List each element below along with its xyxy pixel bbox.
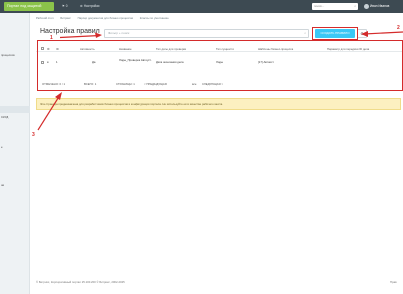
sidebar-item-label: ов bbox=[1, 183, 5, 187]
breadcrumb-item[interactable]: Парсер документов для бизнес-процессов bbox=[78, 16, 133, 20]
sidebar-item-e[interactable]: е bbox=[1, 145, 3, 149]
sidebar-item-ov[interactable]: ов bbox=[1, 183, 4, 187]
sidebar-active-highlight bbox=[0, 106, 30, 113]
sidebar-item-skud[interactable]: СКУД bbox=[1, 115, 8, 119]
sidebar-item-label: СКУД bbox=[1, 115, 9, 119]
breadcrumb-item[interactable]: Классы по умолчанию bbox=[140, 16, 169, 20]
left-sidebar: процессов СКУД е ов bbox=[0, 13, 30, 294]
search-icon[interactable]: ⌕ bbox=[354, 3, 356, 10]
top-search-input[interactable]: поиск... ⌕ bbox=[312, 3, 358, 10]
annotation-label-2: 2 bbox=[397, 25, 400, 31]
annotation-create-box bbox=[312, 27, 358, 40]
breadcrumb-item[interactable]: Битрикс bbox=[60, 16, 70, 20]
top-bar: Портал под защитой ⚑ 0 ⚙ Настройки поиск… bbox=[0, 0, 403, 13]
search-icon[interactable]: ⌕ bbox=[304, 30, 306, 37]
annotation-label-1: 1 bbox=[50, 35, 53, 41]
annotation-arrow-1 bbox=[59, 34, 101, 39]
page-title: Настройка правил bbox=[40, 28, 100, 35]
settings-label: Настройки bbox=[83, 4, 100, 8]
portal-mode-label: Портал под защитой bbox=[7, 4, 42, 8]
notifications-indicator[interactable]: ⚑ 0 bbox=[62, 0, 68, 13]
gear-icon: ⚙ bbox=[80, 4, 83, 8]
page-footer: © Битрикс, Корпоративный портал 25.100.2… bbox=[36, 280, 125, 284]
portal-mode-button[interactable]: Портал под защитой bbox=[4, 2, 54, 11]
gear-icon: ⚙ bbox=[360, 31, 364, 36]
footer-right-link[interactable]: Прав bbox=[390, 280, 397, 284]
breadcrumb: Рабочий стол Битрикс Парсер документов д… bbox=[36, 16, 175, 20]
user-menu[interactable]: Иван Иванов bbox=[370, 0, 389, 13]
sidebar-item-processes[interactable]: процессов bbox=[1, 53, 15, 57]
developer-warning: Эта страница предназначена для разработч… bbox=[36, 98, 401, 110]
notifications-count: 0 bbox=[65, 4, 68, 8]
list-settings-button[interactable]: ⚙ bbox=[357, 29, 367, 38]
breadcrumb-item[interactable]: Рабочий стол bbox=[36, 16, 54, 20]
sidebar-item-label: е bbox=[1, 145, 3, 149]
filter-placeholder: Фильтр + поиск bbox=[108, 31, 130, 35]
annotation-label-3: 3 bbox=[32, 132, 35, 138]
avatar[interactable] bbox=[364, 4, 369, 9]
annotation-grid-box bbox=[37, 40, 403, 91]
top-search-placeholder: поиск... bbox=[314, 4, 325, 8]
user-name: Иван Иванов bbox=[370, 4, 390, 8]
settings-link[interactable]: ⚙ Настройки bbox=[80, 0, 99, 13]
filter-search-input[interactable]: Фильтр + поиск ⌕ bbox=[104, 29, 309, 38]
sidebar-item-label: процессов bbox=[1, 53, 15, 57]
annotation-arrow-2 bbox=[363, 31, 403, 35]
